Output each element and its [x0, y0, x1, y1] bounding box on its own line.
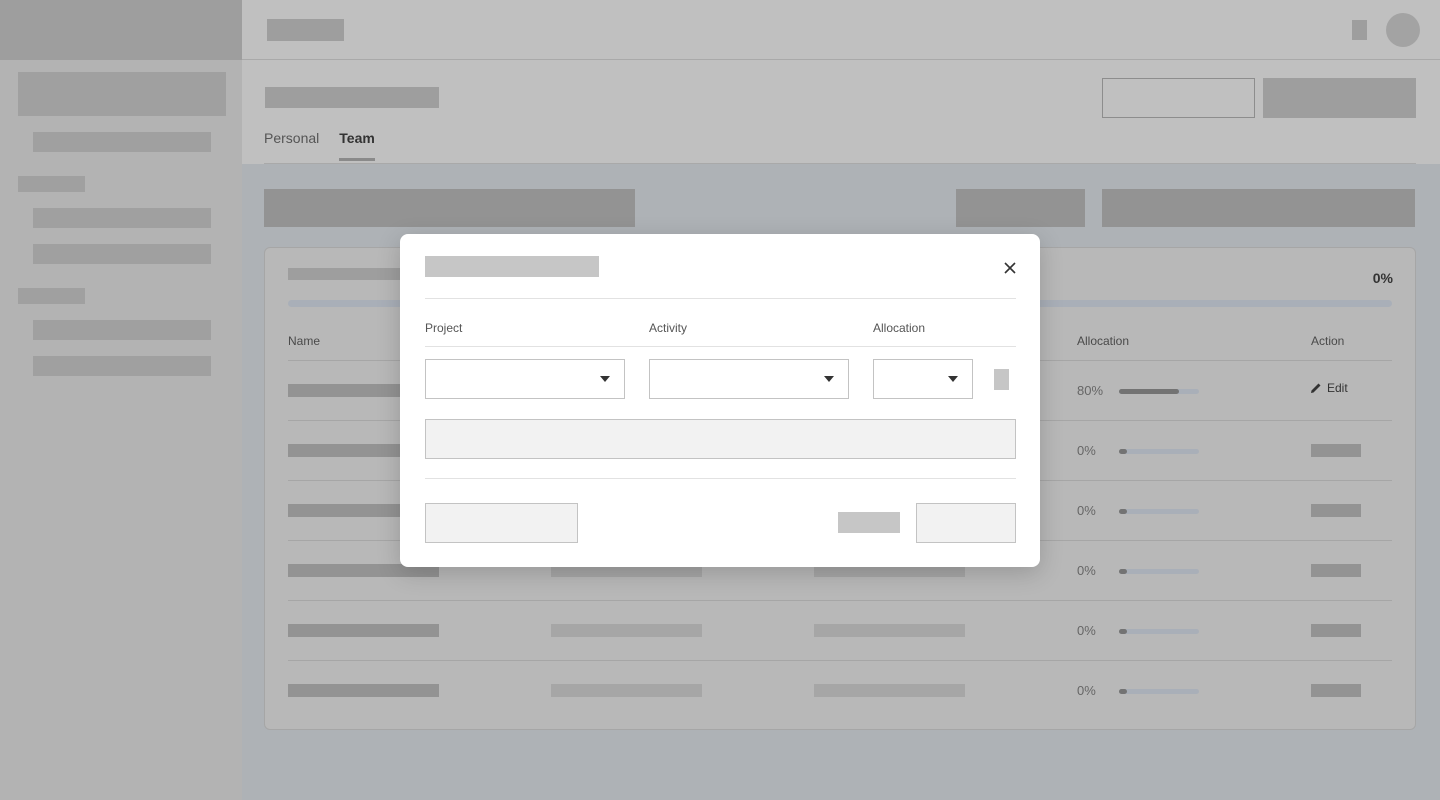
member-activity — [814, 684, 965, 697]
activity-select[interactable] — [649, 359, 849, 399]
modal-divider — [425, 298, 1016, 299]
save-button[interactable] — [916, 503, 1016, 543]
allocation-value: 80% — [1077, 383, 1104, 398]
search-filter-input[interactable] — [264, 189, 635, 227]
sidebar-item[interactable] — [33, 132, 211, 152]
page-title — [265, 87, 439, 108]
caret-down-icon — [824, 376, 834, 382]
edit-button[interactable]: Edit — [1310, 381, 1348, 395]
row-action[interactable] — [1311, 444, 1361, 457]
add-entry-button[interactable] — [425, 503, 578, 543]
column-header-name: Name — [288, 334, 321, 348]
cancel-button[interactable] — [838, 512, 900, 533]
page-header: Personal Team — [242, 60, 1440, 164]
allocation-bar — [1119, 569, 1199, 574]
allocation-bar-fill — [1119, 569, 1127, 574]
allocation-bar-fill — [1119, 449, 1127, 454]
allocation-modal: Project Activity Allocation — [400, 234, 1040, 567]
allocation-bar-fill — [1119, 629, 1127, 634]
column-header-allocation: Allocation — [1077, 334, 1130, 348]
edit-label: Edit — [1327, 381, 1348, 395]
member-name — [288, 684, 439, 697]
caret-down-icon — [600, 376, 610, 382]
tab-team[interactable]: Team — [339, 130, 375, 161]
sidebar-logo — [0, 0, 242, 60]
allocation-bar — [1119, 389, 1199, 394]
note-input[interactable] — [425, 419, 1016, 459]
row-action[interactable] — [1311, 564, 1361, 577]
table-row: 0% — [288, 601, 1392, 661]
allocation-select[interactable] — [873, 359, 973, 399]
allocation-bar-fill — [1119, 689, 1127, 694]
member-project — [551, 624, 702, 637]
activity-label: Activity — [649, 321, 688, 335]
sidebar-section-heading — [18, 176, 85, 192]
allocation-value: 0% — [1077, 503, 1096, 518]
notification-icon[interactable] — [1352, 20, 1367, 40]
allocation-label: Allocation — [873, 321, 926, 335]
row-action[interactable] — [1311, 504, 1361, 517]
modal-divider — [425, 478, 1016, 479]
modal-title — [425, 256, 599, 277]
allocation-bar — [1119, 689, 1199, 694]
progress-percent: 0% — [1372, 270, 1393, 286]
allocation-bar — [1119, 509, 1199, 514]
sidebar-item[interactable] — [33, 244, 211, 264]
allocation-bar — [1119, 449, 1199, 454]
remove-row-icon[interactable] — [994, 369, 1009, 390]
allocation-value: 0% — [1077, 563, 1096, 578]
avatar[interactable] — [1386, 13, 1420, 47]
allocation-value: 0% — [1077, 683, 1096, 698]
allocation-bar-fill — [1119, 389, 1179, 394]
sidebar-main-item[interactable] — [18, 72, 226, 116]
header-brand — [267, 19, 344, 41]
member-name — [288, 624, 439, 637]
filter-button[interactable] — [956, 189, 1085, 227]
sidebar-item[interactable] — [33, 356, 211, 376]
secondary-action-button[interactable] — [1102, 78, 1255, 118]
modal-divider — [425, 346, 1016, 347]
period-selector[interactable] — [1102, 189, 1415, 227]
tab-personal[interactable]: Personal — [264, 130, 319, 161]
close-icon[interactable] — [1001, 259, 1019, 277]
column-header-action: Action — [1311, 334, 1345, 348]
top-header — [242, 0, 1440, 60]
member-activity — [814, 624, 965, 637]
allocation-value: 0% — [1077, 623, 1096, 638]
sidebar — [0, 0, 242, 800]
primary-action-button[interactable] — [1263, 78, 1416, 118]
allocation-bar — [1119, 629, 1199, 634]
caret-down-icon — [948, 376, 958, 382]
row-action[interactable] — [1311, 684, 1361, 697]
sidebar-section-heading — [18, 288, 85, 304]
progress-title — [288, 268, 408, 280]
sidebar-item[interactable] — [33, 320, 211, 340]
row-action[interactable] — [1311, 624, 1361, 637]
member-project — [551, 684, 702, 697]
table-row: 0% — [288, 661, 1392, 721]
sidebar-item[interactable] — [33, 208, 211, 228]
allocation-bar-fill — [1119, 509, 1127, 514]
allocation-value: 0% — [1077, 443, 1096, 458]
tab-bar: Personal Team — [264, 130, 375, 161]
project-select[interactable] — [425, 359, 625, 399]
pencil-icon — [1311, 383, 1321, 393]
project-label: Project — [425, 321, 463, 335]
tab-divider — [264, 163, 1416, 164]
